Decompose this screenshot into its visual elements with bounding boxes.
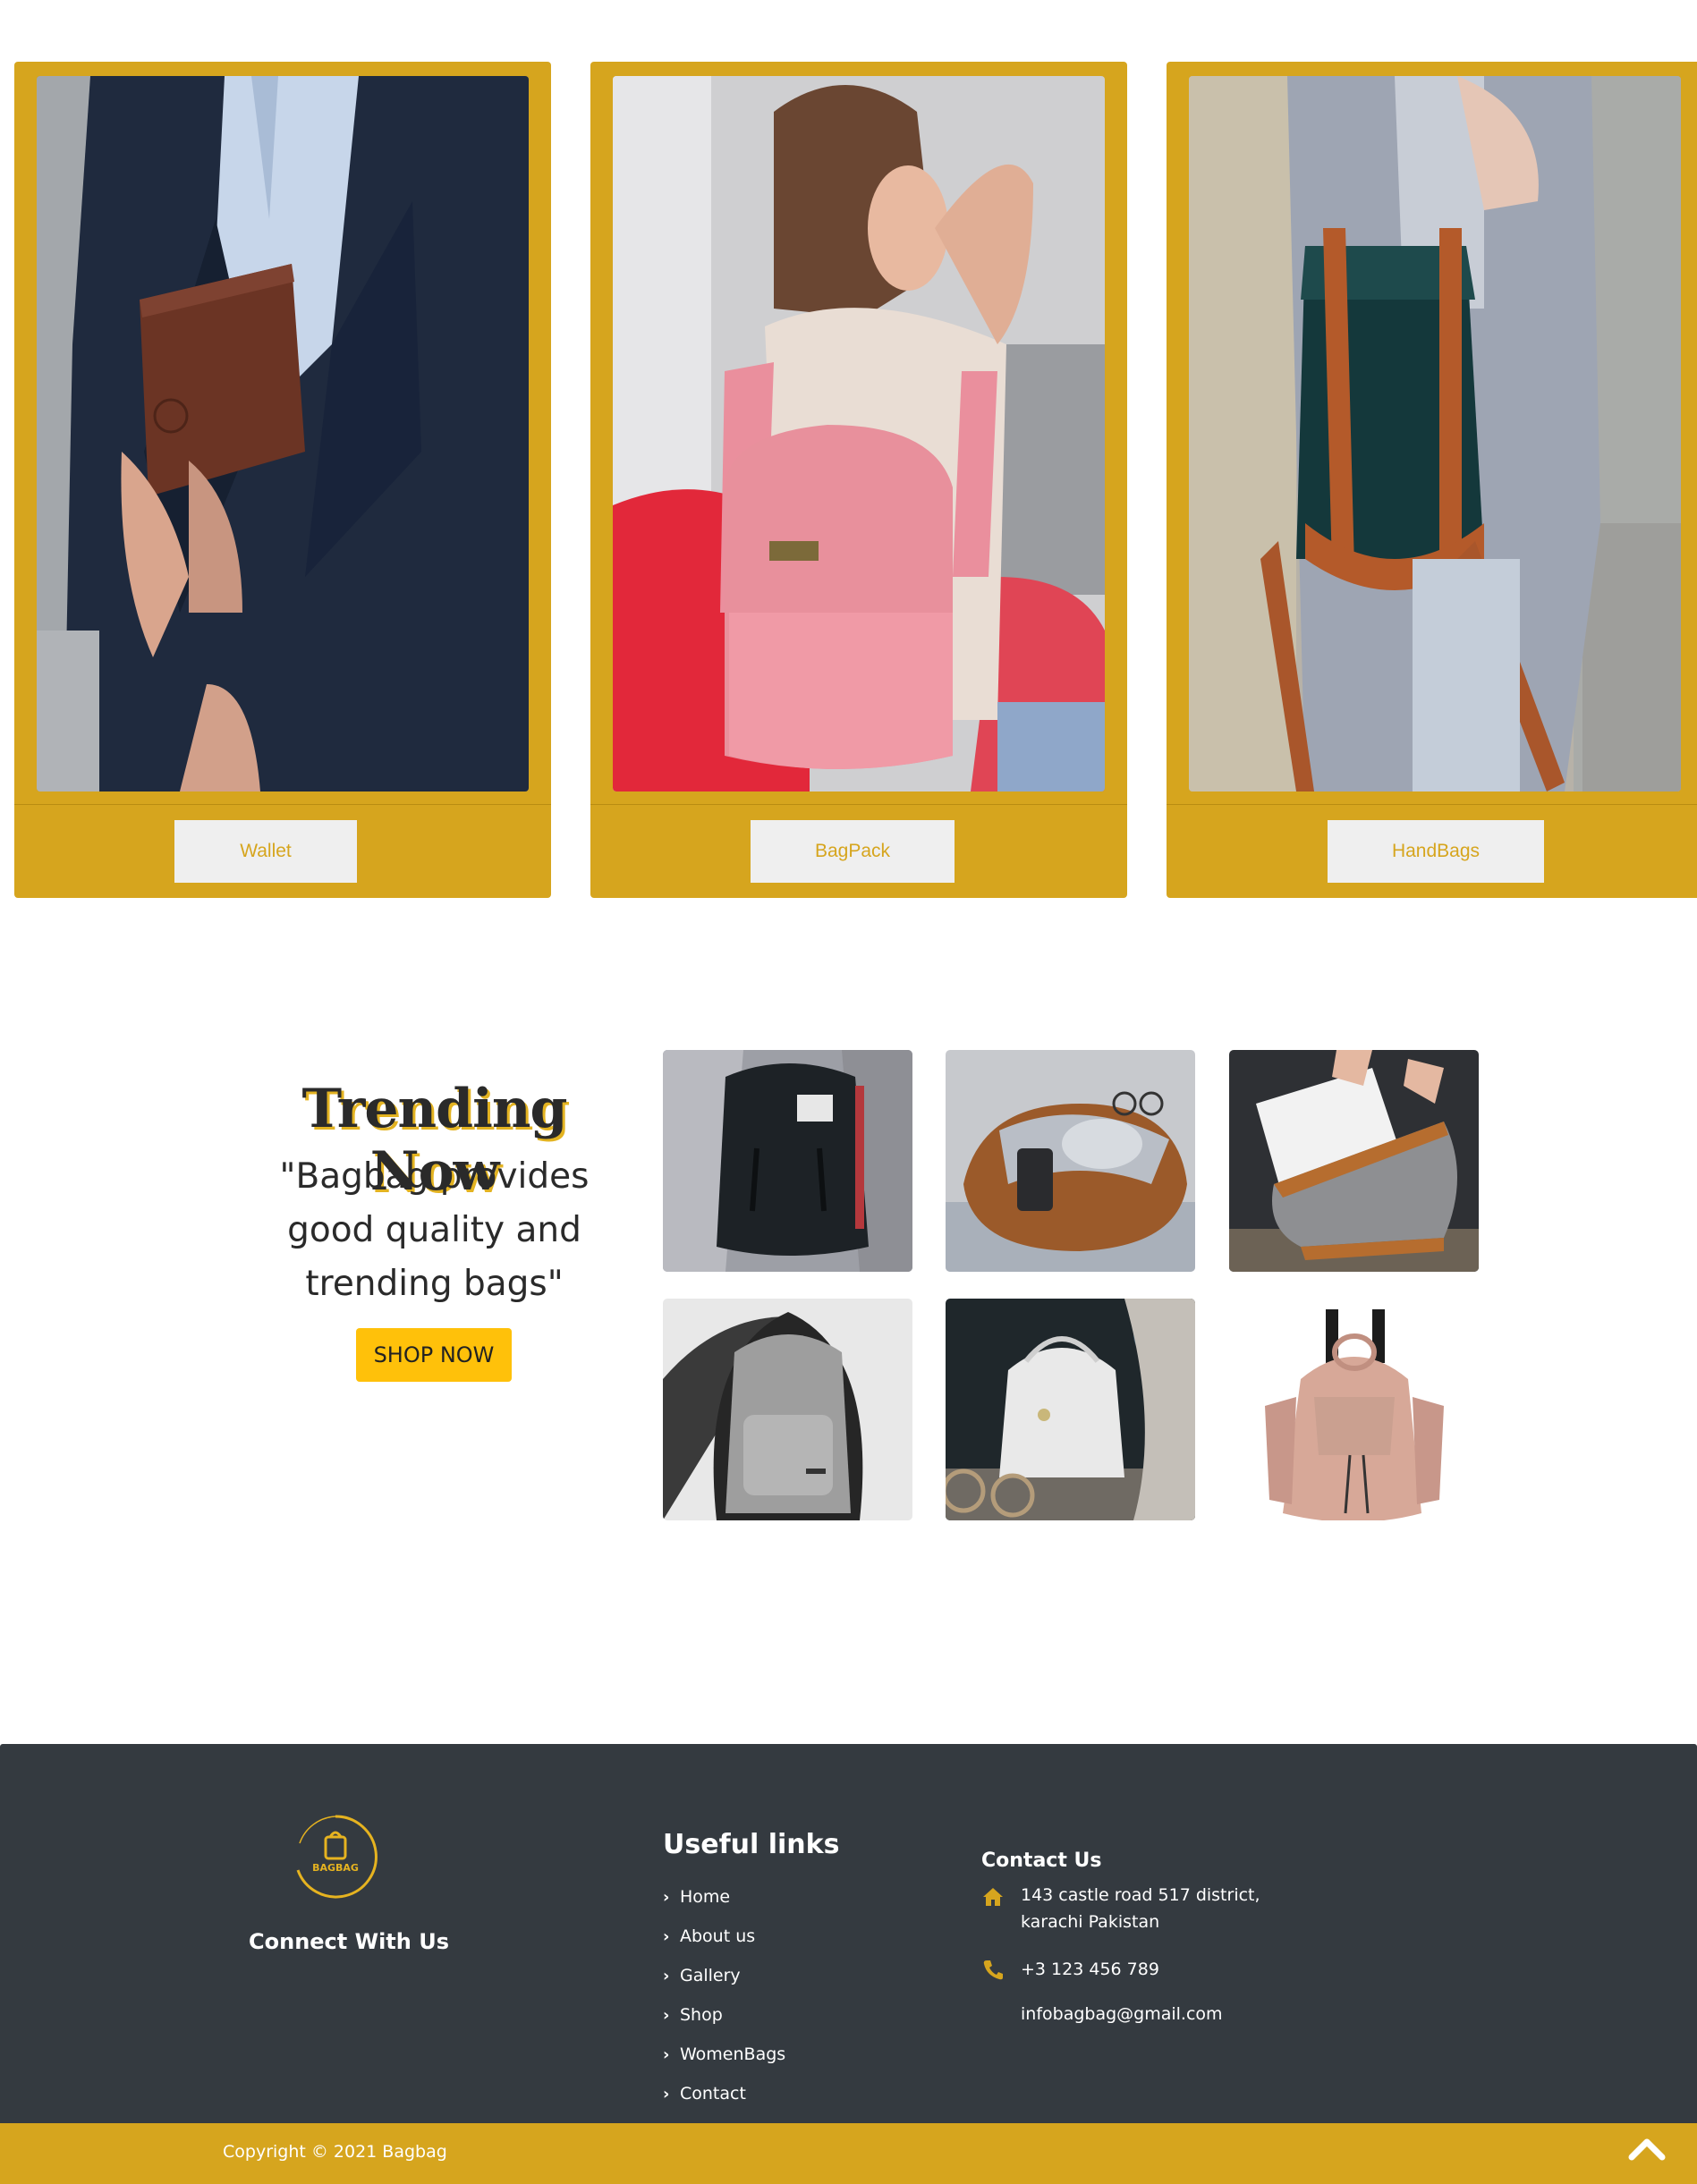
handbags-button[interactable]: HandBags <box>1328 820 1544 883</box>
wallet-button[interactable]: Wallet <box>174 820 357 883</box>
footer-link-gallery[interactable]: › Gallery <box>663 1956 785 1995</box>
chevron-up-icon[interactable] <box>1628 2136 1666 2163</box>
footer-link-shop[interactable]: › Shop <box>663 1995 785 2035</box>
footer-link-womenbags[interactable]: › WomenBags <box>663 2035 785 2074</box>
chevron-right-icon: › <box>663 2044 670 2064</box>
footer-link-label: Contact <box>680 2084 746 2104</box>
useful-links-title: Useful links <box>663 1829 840 1860</box>
footer-link-label: WomenBags <box>680 2044 786 2064</box>
trending-quote: "Bagbag provides good quality and trendi… <box>279 1156 590 1304</box>
footer-link-label: Home <box>680 1887 731 1907</box>
trending-image-laptop-bag[interactable] <box>1229 1050 1479 1272</box>
card-divider <box>1167 804 1697 805</box>
chevron-right-icon: › <box>663 1926 670 1946</box>
useful-links-list: › Home › About us › Gallery › Shop › WomenBag… <box>663 1877 785 2113</box>
card-divider <box>590 804 1127 805</box>
home-icon <box>983 1888 1003 1906</box>
phone-number[interactable]: +3 123 456 789 <box>1021 1956 1159 1983</box>
logo-text: BAGBAG <box>312 1862 359 1874</box>
wallet-photo <box>37 76 529 791</box>
trending-image-black-backpack[interactable] <box>663 1050 912 1272</box>
handbags-photo <box>1189 76 1681 791</box>
shop-now-button[interactable]: SHOP NOW <box>356 1328 512 1382</box>
chevron-right-icon: › <box>663 2005 670 2025</box>
phone-icon <box>983 1960 1003 1980</box>
bagbag-logo[interactable]: BAGBAG <box>291 1812 380 1901</box>
category-card-wallet: Wallet <box>14 62 551 898</box>
chevron-right-icon: › <box>663 2084 670 2104</box>
trending-image-leather-duffel[interactable] <box>946 1050 1195 1272</box>
trending-image-white-handbag[interactable] <box>946 1299 1195 1520</box>
footer-link-label: Gallery <box>680 1966 741 1985</box>
connect-with-us: Connect With Us <box>249 1929 449 1954</box>
contact-us-title: Contact Us <box>981 1850 1102 1872</box>
footer-link-home[interactable]: › Home <box>663 1877 785 1917</box>
bagpack-photo <box>613 76 1105 791</box>
footer-link-label: Shop <box>680 2005 723 2025</box>
trending-image-pink-backpack[interactable] <box>1229 1299 1479 1520</box>
address-line-1: 143 castle road 517 district, <box>1021 1885 1260 1905</box>
chevron-right-icon: › <box>663 1966 670 1985</box>
category-card-handbags: HandBags <box>1167 62 1697 898</box>
footer-link-label: About us <box>680 1926 756 1946</box>
footer-link-about[interactable]: › About us <box>663 1917 785 1956</box>
bagpack-button[interactable]: BagPack <box>751 820 955 883</box>
address-line-2: karachi Pakistan <box>1021 1912 1160 1932</box>
card-divider <box>14 804 551 805</box>
trending-image-grey-backpack[interactable] <box>663 1299 912 1520</box>
category-card-bagpack: BagPack <box>590 62 1127 898</box>
email-address[interactable]: infobagbag@gmail.com <box>1021 2001 1223 2027</box>
copyright: Copyright © 2021 Bagbag <box>223 2142 447 2162</box>
chevron-right-icon: › <box>663 1887 670 1907</box>
footer-link-contact[interactable]: › Contact <box>663 2074 785 2113</box>
